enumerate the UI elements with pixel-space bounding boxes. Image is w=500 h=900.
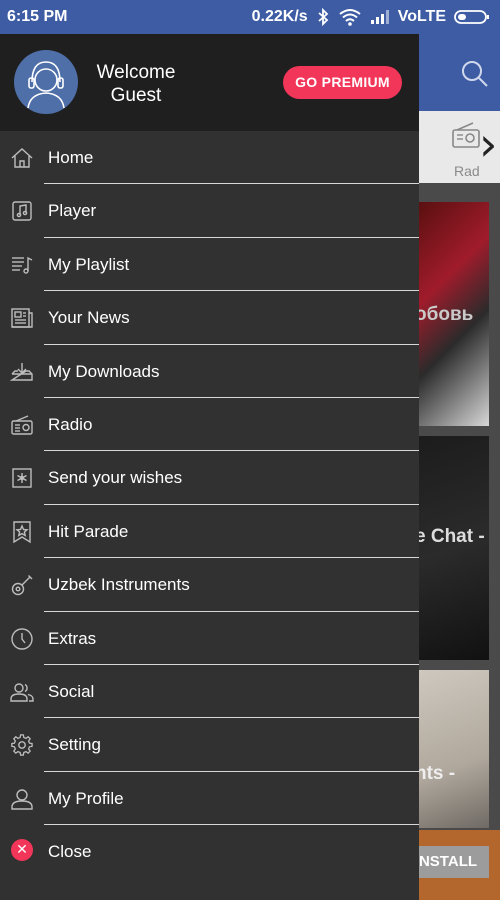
card-title: nts - [419, 763, 456, 784]
star-bookmark-icon [10, 520, 34, 544]
menu-label: My Profile [48, 788, 124, 808]
bluetooth-icon [316, 8, 330, 26]
menu-item-uzbek-instruments[interactable]: Uzbek Instruments [0, 558, 419, 612]
menu-label: Hit Parade [48, 521, 129, 541]
radio-icon [10, 413, 34, 437]
menu-item-downloads[interactable]: My Downloads [0, 345, 419, 398]
background-header [419, 34, 500, 111]
wifi-icon [338, 8, 362, 26]
menu-label: Send your wishes [48, 468, 183, 488]
card-title: e Chat - [419, 526, 485, 547]
navigation-drawer: Welcome Guest GO PREMIUM Home Player My … [0, 34, 419, 900]
menu-label: Social [48, 681, 95, 701]
net-speed: 0.22K/s [251, 8, 308, 25]
background-app: Rad › обовь e Chat - nts - NSTALL [419, 34, 500, 900]
welcome-text: Welcome Guest [94, 61, 178, 107]
content-card[interactable]: nts - [419, 670, 489, 828]
signal-icon [370, 9, 390, 25]
menu-label: My Downloads [48, 361, 160, 381]
menu-label: Player [48, 201, 97, 221]
card-title: обовь [419, 304, 474, 325]
radio-icon [451, 121, 481, 156]
menu-label: Uzbek Instruments [48, 575, 190, 595]
network-type: VoLTE [397, 8, 446, 25]
drawer-menu: Home Player My Playlist Your News My Dow… [0, 131, 419, 878]
menu-label: Extras [48, 628, 97, 648]
download-icon [10, 360, 34, 384]
username: Guest [110, 85, 162, 106]
menu-label: My Playlist [48, 254, 130, 274]
gear-icon [10, 733, 34, 757]
welcome-line: Welcome [96, 62, 176, 83]
playlist-icon [10, 253, 34, 277]
menu-item-news[interactable]: Your News [0, 291, 419, 345]
menu-item-radio[interactable]: Radio [0, 398, 419, 452]
clock-icon [10, 627, 34, 651]
drawer-header: Welcome Guest GO PREMIUM [0, 34, 419, 131]
battery-icon [454, 9, 490, 25]
go-premium-button[interactable]: GO PREMIUM [283, 66, 402, 99]
menu-item-playlist[interactable]: My Playlist [0, 238, 419, 292]
menu-item-wishes[interactable]: Send your wishes [0, 451, 419, 505]
menu-item-player[interactable]: Player [0, 184, 419, 238]
chevron-right-icon[interactable]: › [479, 117, 497, 171]
background-tabs: Rad › [419, 111, 500, 183]
tab-radio-label[interactable]: Rad [454, 163, 480, 179]
menu-label: Home [48, 148, 94, 167]
install-button[interactable]: NSTALL [419, 846, 489, 878]
menu-item-extras[interactable]: Extras [0, 612, 419, 665]
home-icon [10, 146, 34, 170]
menu-item-profile[interactable]: My Profile [0, 772, 419, 826]
menu-item-hit-parade[interactable]: Hit Parade [0, 505, 419, 559]
player-icon [10, 199, 34, 223]
menu-item-social[interactable]: Social [0, 665, 419, 719]
wishes-icon [10, 466, 34, 490]
close-icon: ✕ [11, 839, 33, 862]
user-icon [10, 787, 34, 811]
status-time: 6:15 PM [7, 8, 68, 25]
avatar[interactable] [14, 50, 78, 114]
search-icon[interactable] [461, 60, 489, 93]
menu-label: Your News [48, 308, 130, 328]
guitar-icon [10, 573, 34, 597]
status-bar: 6:15 PM 0.22K/s VoLTE [0, 0, 500, 34]
content-card[interactable]: обовь [419, 202, 489, 426]
headphone-user-icon [27, 61, 65, 109]
people-icon [10, 680, 34, 704]
menu-item-setting[interactable]: Setting [0, 718, 419, 772]
menu-item-close[interactable]: ✕ Close [0, 825, 419, 878]
menu-label: Close [48, 842, 92, 862]
ad-banner: NSTALL [419, 830, 500, 900]
content-card[interactable]: e Chat - [419, 436, 489, 660]
menu-item-home[interactable]: Home [0, 131, 419, 185]
news-icon [10, 306, 34, 330]
menu-label: Setting [48, 735, 101, 755]
menu-label: Radio [48, 414, 93, 434]
